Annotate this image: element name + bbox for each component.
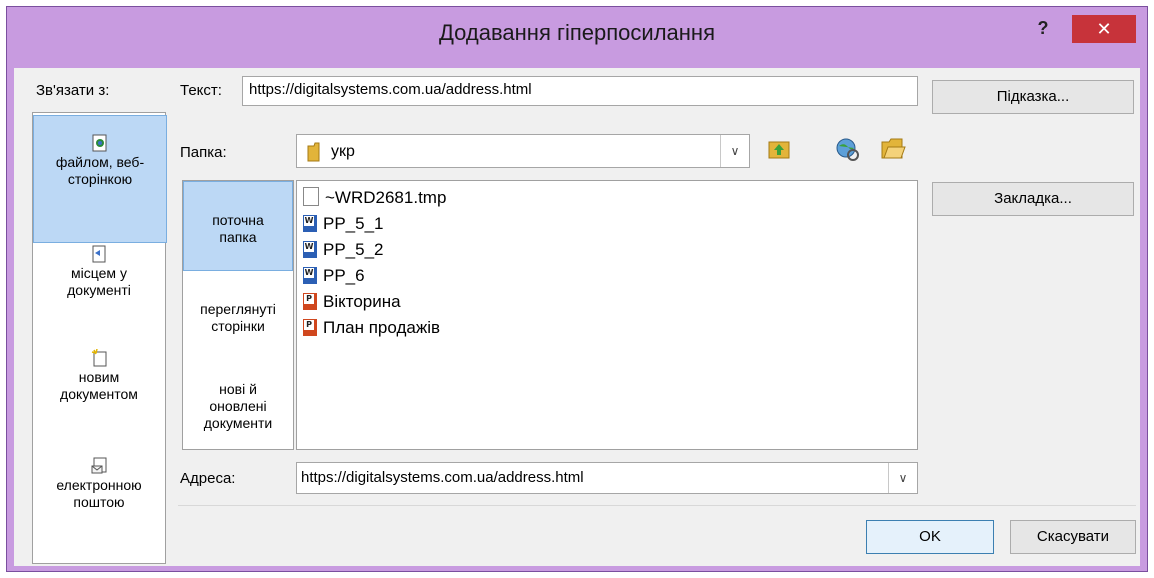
place-browsed-line2: сторінки xyxy=(211,318,265,334)
link-to-place-in-document[interactable]: місцем у документі xyxy=(33,245,165,345)
new-document-icon xyxy=(91,348,107,367)
place-in-document-icon xyxy=(91,245,107,263)
list-item[interactable]: W PP_5_1 xyxy=(303,213,384,235)
place-recent-line3: документи xyxy=(203,415,273,431)
link-to-panel: файлом, веб- сторінкою місцем у документ… xyxy=(32,112,167,564)
powerpoint-document-icon: P xyxy=(303,293,317,310)
dialog-title: Додавання гіперпосилання xyxy=(439,20,715,45)
link-to-file-web-page[interactable]: файлом, веб- сторінкою xyxy=(33,115,167,243)
file-web-icon xyxy=(92,134,108,152)
place-current-line2: папка xyxy=(219,229,257,245)
list-item[interactable]: P Вікторина xyxy=(303,291,401,313)
place-current-folder[interactable]: поточна папка xyxy=(183,181,293,271)
list-item[interactable]: P План продажів xyxy=(303,317,440,339)
screentip-button[interactable]: Підказка... xyxy=(932,80,1134,114)
text-label: Текст: xyxy=(180,82,222,99)
file-name: ~WRD2681.tmp xyxy=(325,188,447,207)
place-browsed-pages[interactable]: переглянуті сторінки xyxy=(183,301,293,341)
browse-file-icon[interactable] xyxy=(880,136,906,162)
link-to-new-line1: новим xyxy=(78,369,120,385)
divider xyxy=(178,505,1136,506)
word-document-icon: W xyxy=(303,215,317,232)
place-recent-line1: нові й xyxy=(219,381,257,397)
file-name: PP_6 xyxy=(323,266,365,285)
word-document-icon: W xyxy=(303,267,317,284)
up-one-folder-icon[interactable] xyxy=(766,136,792,162)
browse-web-icon[interactable] xyxy=(834,136,860,162)
file-name: PP_5_2 xyxy=(323,240,384,259)
file-name: План продажів xyxy=(323,318,440,337)
file-list[interactable]: ~WRD2681.tmp W PP_5_1 W PP_5_2 W PP_6 P Вікт… xyxy=(296,180,918,450)
place-recent-files[interactable]: нові й оновлені документи xyxy=(183,381,293,441)
link-to-email[interactable]: електронною поштою xyxy=(33,457,165,557)
file-name: Вікторина xyxy=(323,292,401,311)
link-to-place-line1: місцем у xyxy=(71,265,127,281)
places-bar: поточна папка переглянуті сторінки нові … xyxy=(182,180,294,450)
powerpoint-document-icon: P xyxy=(303,319,317,336)
blank-file-icon xyxy=(303,187,319,206)
list-item[interactable]: ~WRD2681.tmp xyxy=(303,187,446,209)
close-button[interactable]: ✕ xyxy=(1072,15,1136,43)
address-input[interactable]: https://digitalsystems.com.ua/address.ht… xyxy=(296,462,918,494)
folder-icon xyxy=(307,142,323,166)
address-value: https://digitalsystems.com.ua/address.ht… xyxy=(301,469,584,486)
cancel-button[interactable]: Скасувати xyxy=(1010,520,1136,554)
list-item[interactable]: W PP_5_2 xyxy=(303,239,384,261)
link-to-new-document[interactable]: новим документом xyxy=(33,348,165,449)
folder-label: Папка: xyxy=(180,144,227,161)
address-label: Адреса: xyxy=(180,470,236,487)
place-current-line1: поточна xyxy=(212,212,264,228)
place-browsed-line1: переглянуті xyxy=(200,301,276,317)
chevron-down-icon[interactable]: ∨ xyxy=(720,135,749,167)
link-to-file-line1: файлом, веб- xyxy=(55,154,145,170)
link-to-label: Зв'язати з: xyxy=(36,82,110,99)
ok-button[interactable]: OK xyxy=(866,520,994,554)
folder-value: укр xyxy=(331,143,355,160)
link-to-email-line1: електронною xyxy=(56,477,142,493)
help-button[interactable]: ? xyxy=(1030,18,1056,42)
email-icon xyxy=(91,457,107,475)
link-to-place-line2: документі xyxy=(67,282,131,298)
list-item[interactable]: W PP_6 xyxy=(303,265,365,287)
link-to-email-line2: поштою xyxy=(73,494,125,510)
word-document-icon: W xyxy=(303,241,317,258)
text-to-display-input[interactable]: https://digitalsystems.com.ua/address.ht… xyxy=(242,76,918,106)
link-to-file-line2: сторінкою xyxy=(67,171,133,187)
bookmark-button[interactable]: Закладка... xyxy=(932,182,1134,216)
folder-select[interactable]: укр ∨ xyxy=(296,134,750,168)
chevron-down-icon[interactable]: ∨ xyxy=(888,463,917,493)
file-name: PP_5_1 xyxy=(323,214,384,233)
link-to-new-line2: документом xyxy=(60,386,138,402)
place-recent-line2: оновлені xyxy=(209,398,267,414)
